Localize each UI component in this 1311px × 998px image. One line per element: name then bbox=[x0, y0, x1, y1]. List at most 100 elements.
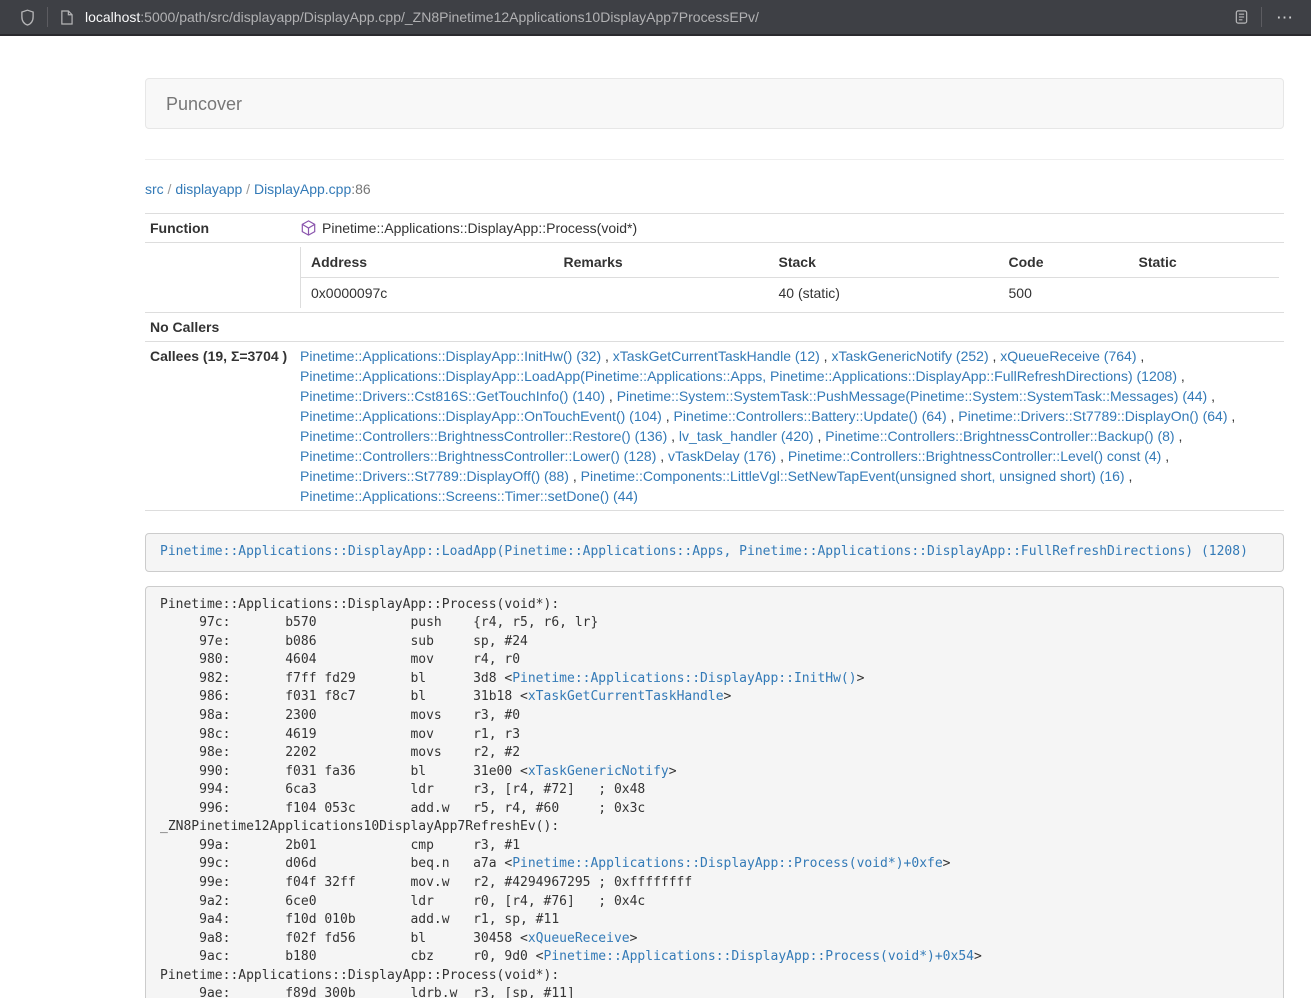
navbar-brand[interactable]: Puncover bbox=[146, 94, 242, 114]
callee-separator: , bbox=[989, 348, 1001, 364]
asm-line: 9ae: f89d 300b ldrb.w r3, [sp, #11] bbox=[160, 985, 1269, 998]
asm-text: 990: f031 fa36 bl 31e00 < bbox=[160, 764, 528, 779]
toolbar-separator bbox=[1261, 7, 1262, 27]
asm-symbol-link[interactable]: Pinetime::Applications::DisplayApp::Proc… bbox=[544, 949, 974, 964]
stats-header-cell: Address bbox=[301, 247, 554, 278]
asm-symbol-link[interactable]: xTaskGenericNotify bbox=[528, 764, 669, 779]
callee-separator: , bbox=[1207, 388, 1215, 404]
callee-link[interactable]: Pinetime::Controllers::BrightnessControl… bbox=[300, 428, 667, 444]
callee-link[interactable]: vTaskDelay (176) bbox=[668, 448, 776, 464]
callee-link[interactable]: Pinetime::Controllers::BrightnessControl… bbox=[825, 428, 1174, 444]
cube-icon bbox=[300, 220, 317, 236]
callee-link[interactable]: Pinetime::Applications::DisplayApp::OnTo… bbox=[300, 408, 662, 424]
breadcrumb-separator: / bbox=[242, 181, 254, 197]
stats-table-cell: AddressRemarksStackCodeStatic 0x0000097c… bbox=[295, 243, 1284, 313]
asm-line: 9ac: b180 cbz r0, 9d0 <Pinetime::Applica… bbox=[160, 948, 1269, 967]
callee-link[interactable]: Pinetime::Controllers::BrightnessControl… bbox=[788, 448, 1161, 464]
callees-row: Callees (19, Σ=3704 ) Pinetime::Applicat… bbox=[145, 342, 1284, 511]
callee-link[interactable]: Pinetime::System::SystemTask::PushMessag… bbox=[617, 388, 1208, 404]
callee-separator: , bbox=[1175, 428, 1183, 444]
tracking-protection-shield-icon[interactable] bbox=[14, 3, 41, 31]
page-container: Puncover src / displayapp / DisplayApp.c… bbox=[145, 78, 1284, 998]
asm-text: Pinetime::Applications::DisplayApp::Proc… bbox=[160, 968, 559, 983]
asm-text: > bbox=[857, 671, 865, 686]
callee-separator: , bbox=[569, 468, 581, 484]
callee-link[interactable]: Pinetime::Applications::DisplayApp::Load… bbox=[300, 368, 1177, 384]
asm-line: 9a2: 6ce0 ldr r0, [r4, #76] ; 0x4c bbox=[160, 893, 1269, 912]
callee-separator: , bbox=[1228, 408, 1236, 424]
callee-link[interactable]: Pinetime::Drivers::St7789::DisplayOn() (… bbox=[958, 408, 1227, 424]
url-host: localhost bbox=[85, 9, 140, 25]
callee-separator: , bbox=[820, 348, 832, 364]
asm-text: > bbox=[724, 689, 732, 704]
asm-text: > bbox=[974, 949, 982, 964]
stats-value-cell: 500 bbox=[999, 278, 1129, 309]
breadcrumb: src / displayapp / DisplayApp.cpp:86 bbox=[145, 179, 1284, 199]
callee-separator: , bbox=[667, 428, 679, 444]
asm-symbol-link[interactable]: xTaskGetCurrentTaskHandle bbox=[528, 689, 724, 704]
asm-text: 982: f7ff fd29 bl 3d8 < bbox=[160, 671, 512, 686]
url-bar[interactable]: localhost:5000/path/src/displayapp/Displ… bbox=[54, 2, 1228, 32]
loadapp-code-block: Pinetime::Applications::DisplayApp::Load… bbox=[145, 533, 1284, 572]
callee-link[interactable]: Pinetime::Applications::Screens::Timer::… bbox=[300, 488, 638, 504]
callee-separator: , bbox=[601, 348, 613, 364]
callee-separator: , bbox=[662, 408, 674, 424]
asm-line: 99e: f04f 32ff mov.w r2, #4294967295 ; 0… bbox=[160, 874, 1269, 893]
callee-separator: , bbox=[947, 408, 959, 424]
callee-link[interactable]: xTaskGenericNotify (252) bbox=[831, 348, 988, 364]
stats-row-label bbox=[145, 243, 295, 313]
asm-line: 98a: 2300 movs r3, #0 bbox=[160, 707, 1269, 726]
asm-symbol-link[interactable]: Pinetime::Applications::DisplayApp::Init… bbox=[512, 671, 856, 686]
asm-text: > bbox=[943, 856, 951, 871]
callee-separator: , bbox=[1161, 448, 1169, 464]
stats-value-cell: 40 (static) bbox=[769, 278, 999, 309]
stats-value-cell: 0x0000097c bbox=[301, 278, 554, 309]
reader-view-icon[interactable] bbox=[1228, 3, 1255, 31]
asm-line: 99c: d06d beq.n a7a <Pinetime::Applicati… bbox=[160, 855, 1269, 874]
callee-link[interactable]: lv_task_handler (420) bbox=[679, 428, 814, 444]
breadcrumb-link[interactable]: src bbox=[145, 181, 164, 197]
loadapp-link[interactable]: Pinetime::Applications::DisplayApp::Load… bbox=[160, 544, 1248, 559]
breadcrumb-link[interactable]: DisplayApp.cpp bbox=[254, 181, 351, 197]
asm-text: 980: 4604 mov r4, r0 bbox=[160, 652, 520, 667]
toolbar-separator bbox=[47, 7, 48, 27]
stats-table: AddressRemarksStackCodeStatic 0x0000097c… bbox=[300, 247, 1279, 308]
asm-text: 97e: b086 sub sp, #24 bbox=[160, 634, 528, 649]
callee-link[interactable]: xTaskGetCurrentTaskHandle (12) bbox=[613, 348, 820, 364]
callees-list: Pinetime::Applications::DisplayApp::Init… bbox=[295, 342, 1284, 511]
callee-link[interactable]: Pinetime::Components::LittleVgl::SetNewT… bbox=[581, 468, 1125, 484]
callee-link[interactable]: Pinetime::Controllers::BrightnessControl… bbox=[300, 448, 656, 464]
asm-text: 99a: 2b01 cmp r3, #1 bbox=[160, 838, 520, 853]
menu-more-icon[interactable]: ⋯ bbox=[1268, 9, 1301, 26]
callee-separator: , bbox=[776, 448, 788, 464]
callee-link[interactable]: xQueueReceive (764) bbox=[1000, 348, 1136, 364]
callee-link[interactable]: Pinetime::Drivers::St7789::DisplayOff() … bbox=[300, 468, 569, 484]
breadcrumb-link[interactable]: displayapp bbox=[175, 181, 242, 197]
callee-link[interactable]: Pinetime::Controllers::Battery::Update()… bbox=[674, 408, 947, 424]
callees-label: Callees (19, Σ=3704 ) bbox=[145, 342, 295, 511]
asm-symbol-link[interactable]: xQueueReceive bbox=[528, 931, 630, 946]
asm-text: 9ae: f89d 300b ldrb.w r3, [sp, #11] bbox=[160, 986, 575, 998]
callee-separator: , bbox=[1177, 368, 1185, 384]
asm-text: > bbox=[669, 764, 677, 779]
stats-value-cell bbox=[1129, 278, 1280, 309]
page-info-icon[interactable] bbox=[54, 3, 79, 31]
asm-symbol-link[interactable]: Pinetime::Applications::DisplayApp::Proc… bbox=[512, 856, 942, 871]
callee-separator: , bbox=[1136, 348, 1144, 364]
url-path: :5000/path/src/displayapp/DisplayApp.cpp… bbox=[140, 9, 759, 25]
asm-line: 990: f031 fa36 bl 31e00 <xTaskGenericNot… bbox=[160, 763, 1269, 782]
stats-value-cell bbox=[554, 278, 769, 309]
asm-text: 98a: 2300 movs r3, #0 bbox=[160, 708, 520, 723]
asm-text: 9ac: b180 cbz r0, 9d0 < bbox=[160, 949, 544, 964]
callee-link[interactable]: Pinetime::Drivers::Cst816S::GetTouchInfo… bbox=[300, 388, 605, 404]
stats-header-row: AddressRemarksStackCodeStatic bbox=[301, 247, 1280, 278]
function-name: Pinetime::Applications::DisplayApp::Proc… bbox=[322, 220, 637, 236]
stats-header-cell: Remarks bbox=[554, 247, 769, 278]
asm-text: 996: f104 053c add.w r5, r4, #60 ; 0x3c bbox=[160, 801, 645, 816]
disassembly-block: Pinetime::Applications::DisplayApp::Proc… bbox=[145, 586, 1284, 998]
asm-line: 982: f7ff fd29 bl 3d8 <Pinetime::Applica… bbox=[160, 670, 1269, 689]
asm-line: 980: 4604 mov r4, r0 bbox=[160, 651, 1269, 670]
asm-text: 98e: 2202 movs r2, #2 bbox=[160, 745, 520, 760]
breadcrumb-separator: / bbox=[164, 181, 176, 197]
callee-link[interactable]: Pinetime::Applications::DisplayApp::Init… bbox=[300, 348, 601, 364]
